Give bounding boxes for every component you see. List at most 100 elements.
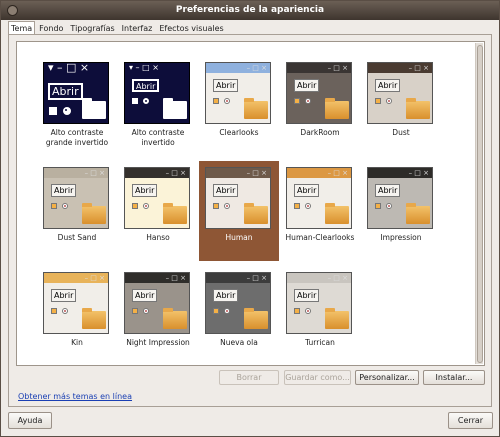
- folder-icon: [406, 98, 430, 119]
- folder-icon: [244, 308, 268, 329]
- theme-item[interactable]: – □ × Abrir Impression: [361, 161, 441, 261]
- preview-checkbox: [294, 308, 300, 314]
- theme-label: Alto contraste grande invertido: [45, 128, 109, 147]
- title-bar[interactable]: Preferencias de la apariencia: [1, 1, 499, 20]
- preview-button: Abrir: [132, 289, 158, 302]
- preview-button: Abrir: [294, 289, 320, 302]
- theme-item[interactable]: – □ × Abrir Dust: [361, 56, 441, 156]
- theme-preview: ▾ – □ × Abrir: [43, 62, 109, 124]
- preview-window-controls-icon: – □ ×: [246, 169, 267, 177]
- preview-radio: [143, 308, 149, 314]
- preview-checkbox: [375, 98, 381, 104]
- theme-label: DarkRoom: [300, 128, 340, 137]
- install-button[interactable]: Instalar...: [423, 370, 485, 385]
- theme-item[interactable]: – □ × Abrir Turrican: [280, 266, 360, 365]
- theme-label: Turrican: [305, 338, 335, 347]
- theme-preview: – □ × Abrir: [124, 272, 190, 334]
- preview-radio: [305, 308, 311, 314]
- folder-icon: [325, 203, 349, 224]
- theme-label: Dust Sand: [57, 233, 97, 242]
- preview-checkbox: [132, 98, 138, 104]
- close-button[interactable]: Cerrar: [448, 412, 493, 429]
- theme-preview: – □ × Abrir: [205, 272, 271, 334]
- customize-button[interactable]: Personalizar...: [355, 370, 419, 385]
- tab-bar: Tema Fondo Tipografías Interfaz Efectos …: [8, 21, 228, 35]
- tab-efectos-visuales[interactable]: Efectos visuales: [156, 21, 226, 35]
- preview-window-controls-icon: – □ ×: [327, 274, 348, 282]
- preview-checkbox: [213, 98, 219, 104]
- preview-window-controls-icon: ▾ – □ ×: [129, 63, 159, 72]
- folder-icon: [163, 98, 187, 119]
- preview-window-controls-icon: – □ ×: [327, 64, 348, 72]
- preview-button: Abrir: [294, 79, 320, 92]
- theme-item[interactable]: – □ × Abrir Kin: [37, 266, 117, 365]
- window-menu-icon[interactable]: [7, 5, 18, 16]
- folder-icon: [406, 203, 430, 224]
- theme-label: Human: [225, 233, 253, 242]
- theme-icon-view[interactable]: ▾ – □ × Abrir Alto contraste grande invert…: [16, 41, 485, 366]
- folder-icon: [325, 308, 349, 329]
- preview-window-controls-icon: – □ ×: [84, 274, 105, 282]
- preview-checkbox: [375, 203, 381, 209]
- preview-window-controls-icon: – □ ×: [246, 274, 267, 282]
- theme-item[interactable]: – □ × Abrir Clearlooks: [199, 56, 279, 156]
- theme-preview: – □ × Abrir: [286, 62, 352, 124]
- tab-tema[interactable]: Tema: [8, 21, 36, 35]
- preview-radio: [224, 203, 230, 209]
- theme-preview: – □ × Abrir: [205, 62, 271, 124]
- theme-preview: – □ × Abrir: [286, 167, 352, 229]
- preview-button: Abrir: [132, 184, 158, 197]
- theme-item[interactable]: ▾ – □ × Abrir Alto contraste invertido: [118, 56, 198, 156]
- preview-checkbox: [132, 308, 138, 314]
- theme-label: Hanso: [146, 233, 170, 242]
- preview-checkbox: [51, 203, 57, 209]
- preview-radio: [224, 98, 230, 104]
- preview-button: Abrir: [213, 289, 239, 302]
- delete-button[interactable]: Borrar: [219, 370, 279, 385]
- preview-radio: [224, 308, 230, 314]
- preview-checkbox: [51, 308, 57, 314]
- folder-icon: [244, 98, 268, 119]
- preview-button: Abrir: [132, 79, 160, 92]
- preview-button: Abrir: [375, 79, 401, 92]
- theme-item[interactable]: – □ × Abrir Dust Sand: [37, 161, 117, 261]
- theme-preview: – □ × Abrir: [124, 167, 190, 229]
- theme-item[interactable]: – □ × Abrir Human: [199, 161, 279, 261]
- preview-radio: [143, 203, 149, 209]
- tab-fondo[interactable]: Fondo: [36, 21, 66, 35]
- tab-tipografias[interactable]: Tipografías: [67, 21, 117, 35]
- window-title: Preferencias de la apariencia: [175, 5, 325, 15]
- folder-icon: [325, 98, 349, 119]
- theme-label: Nueva ola: [220, 338, 258, 347]
- theme-item[interactable]: – □ × Abrir DarkRoom: [280, 56, 360, 156]
- theme-item[interactable]: – □ × Abrir Hanso: [118, 161, 198, 261]
- preview-checkbox: [132, 203, 138, 209]
- theme-item[interactable]: ▾ – □ × Abrir Alto contraste grande invert…: [37, 56, 117, 156]
- theme-preview: ▾ – □ × Abrir: [124, 62, 190, 124]
- tab-interfaz[interactable]: Interfaz: [119, 21, 156, 35]
- preview-radio: [62, 203, 68, 209]
- more-themes-link[interactable]: Obtener más temas en línea: [18, 392, 132, 401]
- scrollbar-thumb[interactable]: [477, 45, 483, 363]
- theme-item[interactable]: – □ × Abrir Nueva ola: [199, 266, 279, 365]
- preview-window-controls-icon: – □ ×: [327, 169, 348, 177]
- theme-label: Human-Clearlooks: [285, 233, 355, 242]
- theme-label: Clearlooks: [219, 128, 259, 137]
- theme-label: Night Impression: [126, 338, 190, 347]
- preview-button: Abrir: [213, 79, 239, 92]
- preview-checkbox: [213, 308, 219, 314]
- theme-preview: – □ × Abrir: [43, 167, 109, 229]
- theme-label: Dust: [392, 128, 410, 137]
- preview-button: Abrir: [48, 83, 83, 100]
- folder-icon: [244, 203, 268, 224]
- theme-preview: – □ × Abrir: [205, 167, 271, 229]
- theme-item[interactable]: – □ × Abrir Night Impression: [118, 266, 198, 365]
- vertical-scrollbar[interactable]: [475, 43, 483, 364]
- help-button[interactable]: Ayuda: [8, 412, 52, 429]
- preview-radio: [143, 98, 149, 104]
- theme-item[interactable]: – □ × Abrir Human-Clearlooks: [280, 161, 360, 261]
- preview-window-controls-icon: – □ ×: [84, 169, 105, 177]
- preview-radio: [386, 98, 392, 104]
- theme-label: Kin: [71, 338, 83, 347]
- save-as-button[interactable]: Guardar como...: [284, 370, 351, 385]
